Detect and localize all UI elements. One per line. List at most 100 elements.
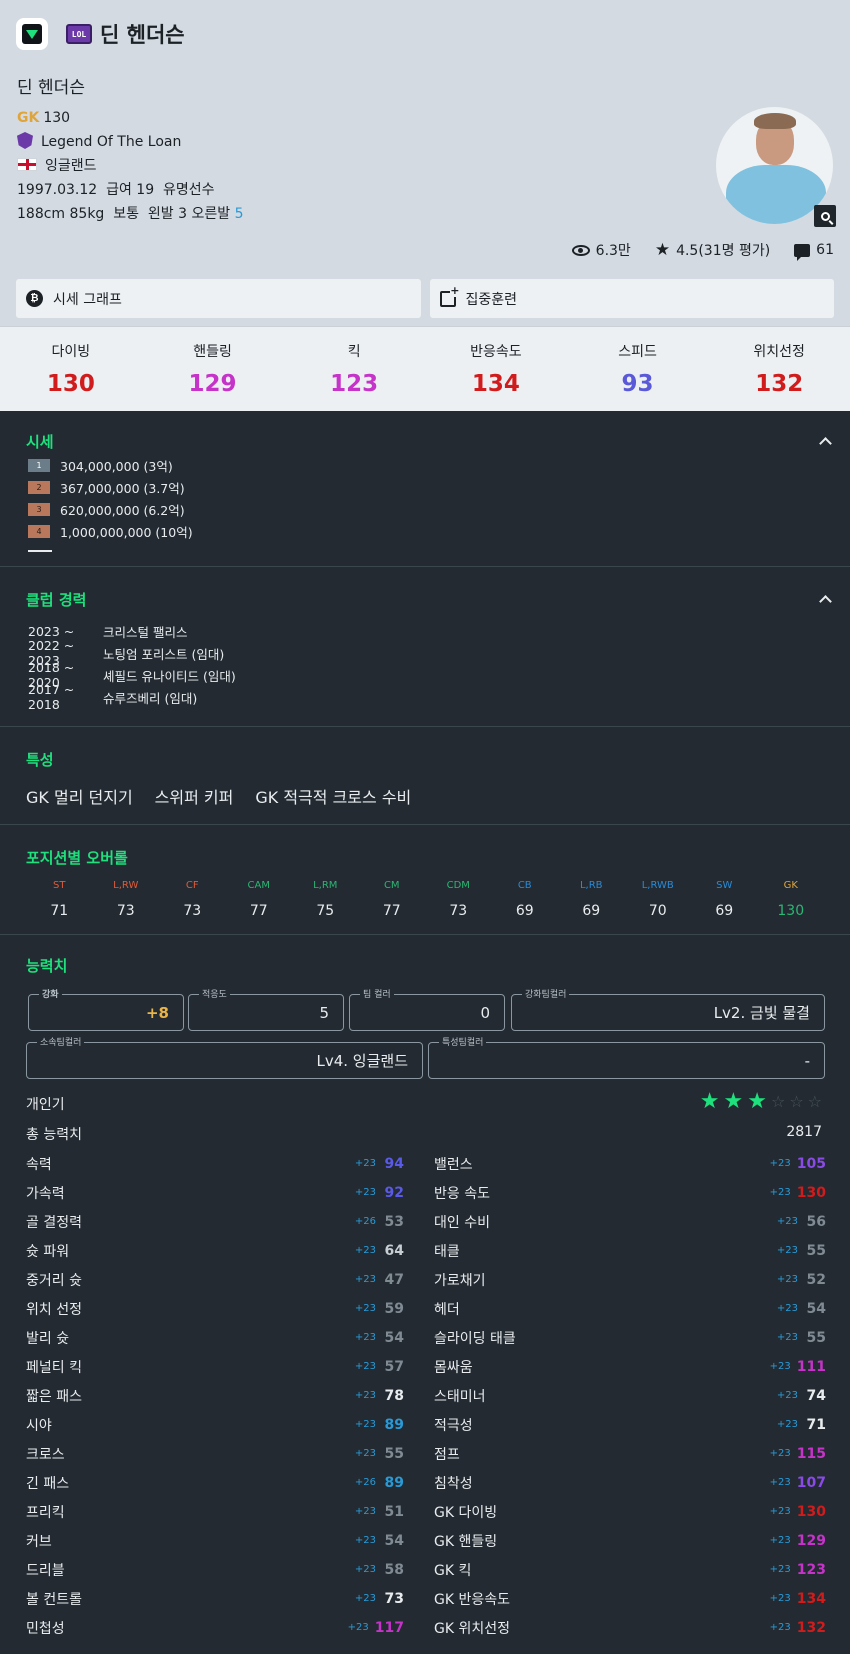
career-club: 노팅엄 포리스트 (임대) bbox=[103, 646, 225, 662]
summary-value: 123 bbox=[330, 371, 379, 397]
bitcoin-icon: ₿ bbox=[26, 290, 43, 307]
attribute-bonus: +23 bbox=[769, 1361, 791, 1372]
attribute-bonus: +23 bbox=[354, 1506, 376, 1517]
attribute-row: 커브 +23 54 GK 핸들링 +23 129 bbox=[26, 1526, 826, 1555]
attribute-row: 시야 +23 89 적극성 +23 71 bbox=[26, 1410, 826, 1439]
attribute-bonus: +23 bbox=[347, 1622, 369, 1633]
nation-line: 잉글랜드 bbox=[17, 154, 244, 178]
career-list: 2023 ~ 크리스털 팰리스 2022 ~ 2023 노팅엄 포리스트 (임대) … bbox=[26, 620, 824, 713]
attribute-name: 점프 bbox=[434, 1446, 460, 1463]
training-button[interactable]: 집중훈련 bbox=[429, 279, 834, 318]
attribute-name: 속력 bbox=[26, 1156, 52, 1173]
attribute-item: 민첩성 +23 117 bbox=[26, 1618, 434, 1638]
club-team-color-field[interactable]: 소속팀컬러 Lv4. 잉글랜드 bbox=[26, 1035, 423, 1079]
fame-label: 유명선수 bbox=[163, 182, 215, 198]
position-cell: CAM 77 bbox=[226, 880, 293, 919]
attribute-item: 시야 +23 89 bbox=[26, 1415, 434, 1435]
attribute-value: 107 bbox=[796, 1474, 826, 1491]
attribute-bonus: +23 bbox=[776, 1332, 798, 1343]
position-value: 69 bbox=[515, 903, 534, 919]
enhance-team-color-field[interactable]: 강화팀컬러 Lv2. 금빛 물결 bbox=[511, 987, 825, 1031]
right-foot: 오른발 bbox=[191, 206, 231, 222]
enhance-field[interactable]: 강화 +8 bbox=[28, 987, 184, 1031]
position-value: 73 bbox=[116, 903, 135, 919]
attribute-row: 긴 패스 +26 89 침착성 +23 107 bbox=[26, 1468, 826, 1497]
position-value: 77 bbox=[382, 903, 401, 919]
attribute-bonus: +23 bbox=[769, 1564, 791, 1575]
summary-item: 다이빙 130 bbox=[0, 327, 142, 411]
summary-label: 위치선정 bbox=[753, 344, 805, 360]
career-row: 2017 ~ 2018 슈루즈베리 (임대) bbox=[26, 682, 824, 712]
attribute-value: 129 bbox=[796, 1532, 826, 1549]
price-text: 620,000,000 (6.2억) bbox=[60, 502, 185, 518]
position-name: CB bbox=[517, 880, 532, 891]
career-title: 클럽 경력 bbox=[26, 591, 87, 609]
attribute-name: 크로스 bbox=[26, 1446, 65, 1463]
attribute-bonus: +23 bbox=[354, 1535, 376, 1546]
top-bar: LOL 딘 헨더슨 bbox=[16, 16, 185, 52]
traits-section: 특성 GK 멀리 던지기 스위퍼 키퍼 GK 적극적 크로스 수비 bbox=[0, 727, 850, 825]
price-graph-button[interactable]: ₿ 시세 그래프 bbox=[16, 279, 421, 318]
attribute-value: 73 bbox=[384, 1590, 404, 1607]
attribute-name: GK 위치선정 bbox=[434, 1620, 510, 1637]
attribute-bonus: +23 bbox=[354, 1187, 376, 1198]
attribute-name: 헤더 bbox=[434, 1301, 460, 1318]
zoom-search-icon[interactable] bbox=[814, 205, 836, 227]
trait-team-color-field[interactable]: 특성팀컬러 - bbox=[428, 1035, 825, 1079]
attribute-value: 64 bbox=[384, 1242, 404, 1259]
attribute-bonus: +23 bbox=[354, 1564, 376, 1575]
career-row: 2022 ~ 2023 노팅엄 포리스트 (임대) bbox=[26, 638, 824, 668]
attribute-item: GK 킥 +23 123 bbox=[434, 1560, 826, 1580]
club-team-color-label: 소속팀컬러 bbox=[37, 1035, 85, 1048]
position-cell: L,RW 73 bbox=[93, 880, 160, 919]
attribute-name: GK 반응속도 bbox=[434, 1591, 510, 1608]
right-foot-value: 5 bbox=[234, 206, 244, 222]
attribute-value: 56 bbox=[806, 1213, 826, 1230]
views-count: 6.3만 bbox=[595, 243, 631, 259]
training-icon bbox=[439, 283, 460, 307]
attribute-bonus: +23 bbox=[769, 1506, 791, 1517]
stats-line: 6.3만 ★ 4.5(31명 평가) 61 bbox=[571, 240, 834, 261]
birth-date: 1997.03.12 bbox=[17, 182, 98, 198]
attribute-row: 볼 컨트롤 +23 73 GK 반응속도 +23 134 bbox=[26, 1584, 826, 1613]
attribute-row: 페널티 킥 +23 57 몸싸움 +23 111 bbox=[26, 1352, 826, 1381]
attribute-name: 짧은 패스 bbox=[26, 1388, 82, 1405]
team-color-field[interactable]: 팀 컬러 0 bbox=[349, 987, 505, 1031]
rank-badge: 2 bbox=[28, 480, 50, 494]
rank-badge: 4 bbox=[28, 524, 50, 538]
attribute-item: 적극성 +23 71 bbox=[434, 1415, 826, 1435]
attribute-value: 89 bbox=[384, 1474, 404, 1491]
attribute-item: GK 위치선정 +23 132 bbox=[434, 1618, 826, 1638]
summary-value: 132 bbox=[755, 371, 804, 397]
career-row: 2023 ~ 크리스털 팰리스 bbox=[26, 620, 824, 642]
trait-team-color-label: 특성팀컬러 bbox=[439, 1035, 487, 1048]
attribute-row: 속력 +23 94 밸런스 +23 105 bbox=[26, 1149, 826, 1178]
attribute-value: 105 bbox=[796, 1155, 826, 1172]
attribute-name: 볼 컨트롤 bbox=[26, 1591, 82, 1608]
price-graph-label: 시세 그래프 bbox=[53, 291, 122, 308]
attribute-value: 55 bbox=[806, 1242, 826, 1259]
salary: 급여 19 bbox=[106, 182, 155, 198]
price-row: 3 620,000,000 (6.2억) bbox=[26, 498, 824, 520]
attribute-bonus: +23 bbox=[776, 1390, 798, 1401]
adapt-label: 적응도 bbox=[199, 987, 230, 1000]
position-value: 73 bbox=[183, 903, 202, 919]
attribute-bonus: +26 bbox=[354, 1216, 376, 1227]
attribute-bonus: +23 bbox=[354, 1332, 376, 1343]
attribute-name: 커브 bbox=[26, 1533, 52, 1550]
summary-value: 130 bbox=[46, 371, 95, 397]
position-value: 69 bbox=[715, 903, 734, 919]
attribute-name: 슛 파워 bbox=[26, 1243, 70, 1260]
attribute-name: 태클 bbox=[434, 1243, 460, 1260]
career-club: 크리스털 팰리스 bbox=[103, 624, 188, 640]
price-section: 시세 1 304,000,000 (3억) 2 367,000,000 (3.7억)… bbox=[0, 411, 850, 567]
position-value: 73 bbox=[449, 903, 468, 919]
attribute-item: 속력 +23 94 bbox=[26, 1154, 434, 1174]
attribute-row: 프리킥 +23 51 GK 다이빙 +23 130 bbox=[26, 1497, 826, 1526]
summary-value: 134 bbox=[471, 371, 520, 397]
attribute-row: 위치 선정 +23 59 헤더 +23 54 bbox=[26, 1294, 826, 1323]
app-logo-icon[interactable] bbox=[16, 18, 48, 50]
career-row: 2018 ~ 2020 셰필드 유나이티드 (임대) bbox=[26, 660, 824, 690]
adapt-field[interactable]: 적응도 5 bbox=[188, 987, 344, 1031]
position-cell: L,RM 75 bbox=[292, 880, 359, 919]
